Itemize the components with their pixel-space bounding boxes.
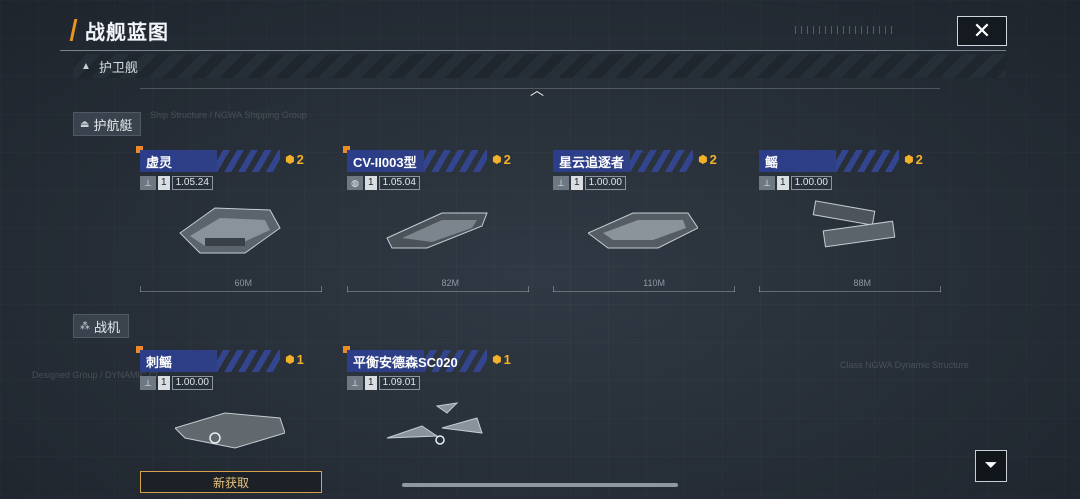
ship-name: CV-II003型 [353, 154, 417, 170]
header-divider [60, 50, 1006, 51]
cost-value: 2 [915, 152, 923, 167]
tech-version: 1.00.00 [171, 376, 213, 390]
command-point-icon: ⬢ [492, 354, 502, 366]
command-cost: ⬢ 1 [492, 352, 511, 367]
ship-model-image [386, 212, 488, 249]
horizontal-scrollbar[interactable] [402, 483, 678, 487]
ship-model-image [386, 402, 483, 445]
level-badge: 1 [158, 376, 170, 390]
card-header: CV-II003型 [347, 150, 487, 172]
tech-version: 1.05.24 [171, 176, 213, 190]
ship-length: 110M [643, 278, 665, 288]
blueprint-card[interactable]: 平衡安德森SC020 ⬢ 1 ⊥ 1 1.09.01 [343, 346, 529, 470]
ship-model-image [175, 412, 285, 449]
card-header: 刺鳐 [140, 350, 280, 372]
level-badge: 1 [158, 176, 170, 190]
level-badge: 1 [365, 376, 377, 390]
category-label: 护卫舰 [98, 59, 138, 75]
card-header: 虚灵 [140, 150, 280, 172]
tech-version: 1.00.00 [584, 176, 626, 190]
section-header-fighter: ⁂ 战机 [73, 314, 130, 338]
command-point-icon: ⬢ [698, 154, 708, 166]
command-point-icon: ⬢ [285, 354, 295, 366]
section-label: 战机 [94, 319, 121, 335]
stats-row: ⊥ 1 1.00.00 [553, 175, 626, 191]
ship-name: 刺鳐 [146, 354, 173, 370]
cost-value: 2 [503, 152, 511, 167]
tech-version: 1.09.01 [378, 376, 420, 390]
blueprint-card[interactable]: 鳐 ⬢ 2 ⊥ 1 1.00.00 88M [759, 150, 941, 292]
cost-value: 2 [296, 152, 304, 167]
header-ruler [795, 26, 895, 34]
corvette-class-icon: ⏏ [80, 118, 90, 130]
card-baseline [759, 286, 941, 292]
ship-name: 平衡安德森SC020 [353, 354, 458, 370]
chevron-up-icon[interactable]: ︿ [530, 80, 544, 100]
blueprint-card[interactable]: 刺鳐 ⬢ 1 ⊥ 1 1.00.00 [136, 346, 322, 470]
filter-icon: ⏷ [984, 457, 998, 474]
stats-row: ⊥ 1 1.00.00 [759, 175, 832, 191]
cost-value: 2 [709, 152, 717, 167]
command-cost: ⬢ 1 [285, 352, 304, 367]
collapse-up-icon: ▲ [81, 60, 91, 72]
ship-model-image [812, 200, 896, 248]
command-cost: ⬢ 2 [492, 152, 511, 167]
stats-row: ⊥ 1 1.05.24 [140, 175, 213, 191]
ship-name: 星云追逐者 [559, 154, 625, 170]
category-header-frigate[interactable]: ▲ 护卫舰 [73, 54, 1006, 78]
blueprint-card[interactable]: 星云追逐者 ⬢ 2 ⊥ 1 1.00.00 110M [553, 150, 735, 292]
ship-length: 88M [853, 278, 871, 288]
command-cost: ⬢ 2 [285, 152, 304, 167]
card-header: 平衡安德森SC020 [347, 350, 487, 372]
command-cost: ⬢ 2 [904, 152, 923, 167]
page-title-text: 战舰蓝图 [85, 21, 169, 44]
fighter-class-icon: ⁂ [80, 320, 90, 332]
stats-row: ◍ 1 1.05.04 [347, 175, 420, 191]
ship-type-icon: ⊥ [140, 376, 156, 390]
ship-type-icon: ⊥ [759, 176, 775, 190]
close-icon: ✕ [972, 18, 992, 43]
card-baseline [347, 286, 529, 292]
blueprint-card[interactable]: 虚灵 ⬢ 2 ⊥ 1 1.05.24 60M [136, 146, 322, 292]
card-header: 鳐 [759, 150, 899, 172]
ship-model-image [179, 207, 281, 254]
newly-acquired-button[interactable]: 新获取 [140, 471, 322, 493]
command-cost: ⬢ 2 [698, 152, 717, 167]
level-badge: 1 [777, 176, 789, 190]
card-header: 星云追逐者 [553, 150, 693, 172]
command-point-icon: ⬢ [492, 154, 502, 166]
ship-model-image [588, 212, 698, 249]
filter-button[interactable]: ⏷ [975, 450, 1007, 482]
ship-length: 82M [441, 278, 459, 288]
cost-value: 1 [503, 352, 511, 367]
stats-row: ⊥ 1 1.00.00 [140, 375, 213, 391]
ship-length: 60M [234, 278, 252, 288]
section-header-corvette: ⏏ 护航艇 [73, 112, 142, 136]
card-baseline [140, 286, 322, 292]
ship-type-icon: ⊥ [140, 176, 156, 190]
level-badge: 1 [365, 176, 377, 190]
watermark: Class NGWA Dynamic Structure [840, 360, 969, 370]
ship-type-icon: ⊥ [553, 176, 569, 190]
ship-name: 鳐 [765, 154, 779, 170]
stats-row: ⊥ 1 1.09.01 [347, 375, 420, 391]
tech-version: 1.00.00 [790, 176, 832, 190]
command-point-icon: ⬢ [285, 154, 295, 166]
page-title: 战舰蓝图 [69, 16, 169, 44]
blueprint-card[interactable]: CV-II003型 ⬢ 2 ◍ 1 1.05.04 82M [343, 146, 529, 292]
card-baseline [553, 286, 735, 292]
ship-name: 虚灵 [146, 154, 173, 170]
watermark: Ship Structure / NGWA Shipping Group [150, 110, 307, 120]
command-point-icon: ⬢ [904, 154, 914, 166]
section-label: 护航艇 [93, 117, 133, 133]
close-button[interactable]: ✕ [957, 16, 1007, 46]
globe-icon: ◍ [347, 176, 363, 190]
ship-type-icon: ⊥ [347, 376, 363, 390]
cost-value: 1 [296, 352, 304, 367]
top-separator [140, 88, 940, 89]
level-badge: 1 [571, 176, 583, 190]
tech-version: 1.05.04 [378, 176, 420, 190]
